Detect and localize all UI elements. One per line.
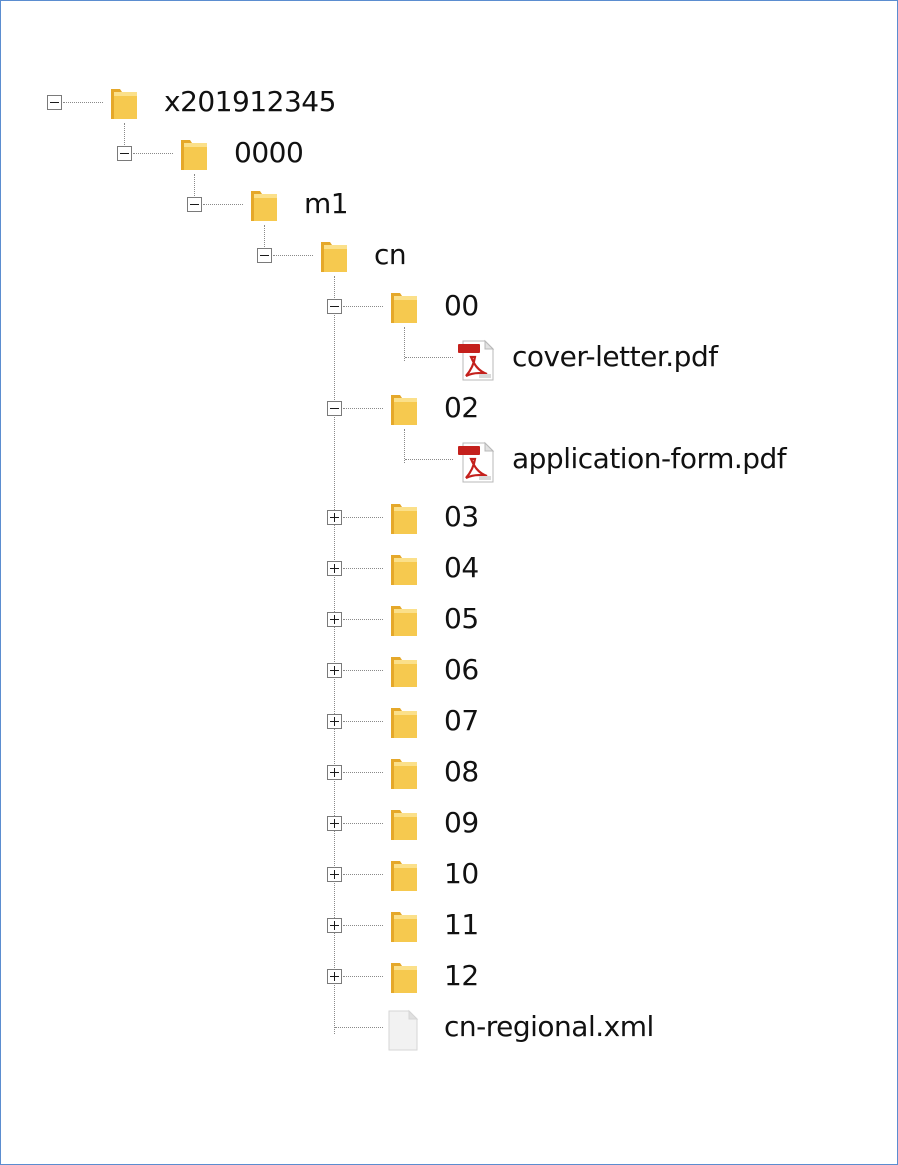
- collapse-toggle[interactable]: [327, 401, 342, 416]
- collapse-toggle[interactable]: [257, 248, 272, 263]
- tree-node-11[interactable]: 11: [1, 901, 601, 951]
- tree-connector-line: [343, 408, 383, 409]
- tree-node-0000[interactable]: 0000: [1, 129, 601, 179]
- pdf-icon: [458, 339, 495, 381]
- tree-node-05[interactable]: 05: [1, 595, 601, 645]
- folder-icon: [391, 810, 417, 840]
- tree-node-02[interactable]: 02: [1, 384, 601, 434]
- tree-node-00[interactable]: 00: [1, 282, 601, 332]
- expand-toggle[interactable]: [327, 510, 342, 525]
- node-label: application-form.pdf: [512, 442, 787, 475]
- tree-node-m1[interactable]: m1: [1, 180, 601, 230]
- node-label: cn: [374, 238, 407, 271]
- node-label: 06: [444, 653, 479, 686]
- tree-connector-line: [343, 517, 383, 518]
- tree-node-root[interactable]: x201912345: [1, 78, 601, 128]
- node-label: 04: [444, 551, 479, 584]
- folder-icon: [391, 555, 417, 585]
- node-label: 0000: [234, 136, 304, 169]
- tree-connector-line: [343, 772, 383, 773]
- collapse-toggle[interactable]: [327, 299, 342, 314]
- tree-connector-line: [343, 619, 383, 620]
- tree-node-application-form-pdf[interactable]: application-form.pdf: [1, 435, 881, 485]
- expand-toggle[interactable]: [327, 765, 342, 780]
- tree-node-06[interactable]: 06: [1, 646, 601, 696]
- tree-node-08[interactable]: 08: [1, 748, 601, 798]
- expand-toggle[interactable]: [327, 612, 342, 627]
- expand-toggle[interactable]: [327, 561, 342, 576]
- folder-icon: [391, 912, 417, 942]
- folder-icon: [391, 759, 417, 789]
- tree-connector-line: [343, 823, 383, 824]
- expand-toggle[interactable]: [327, 714, 342, 729]
- tree-connector-line: [405, 357, 453, 358]
- tree-connector-line: [203, 204, 243, 205]
- folder-icon: [391, 504, 417, 534]
- tree-node-09[interactable]: 09: [1, 799, 601, 849]
- node-label: x201912345: [164, 85, 336, 118]
- tree-connector-line: [335, 1027, 383, 1028]
- expand-toggle[interactable]: [327, 816, 342, 831]
- tree-node-cover-letter-pdf[interactable]: cover-letter.pdf: [1, 333, 801, 383]
- tree-connector-line: [343, 721, 383, 722]
- tree-node-cn[interactable]: cn: [1, 231, 601, 281]
- node-label: cover-letter.pdf: [512, 340, 718, 373]
- tree-connector-line: [273, 255, 313, 256]
- folder-icon: [391, 657, 417, 687]
- node-label: 08: [444, 755, 479, 788]
- node-label: cn-regional.xml: [444, 1010, 654, 1043]
- tree-connector-line: [343, 874, 383, 875]
- folder-icon: [111, 89, 137, 119]
- node-label: 03: [444, 500, 479, 533]
- node-label: 02: [444, 391, 479, 424]
- node-label: 00: [444, 289, 479, 322]
- collapse-toggle[interactable]: [187, 197, 202, 212]
- tree-connector-line: [405, 459, 453, 460]
- tree-connector-line: [63, 102, 103, 103]
- pdf-icon: [458, 441, 495, 483]
- expand-toggle[interactable]: [327, 969, 342, 984]
- tree-node-04[interactable]: 04: [1, 544, 601, 594]
- folder-icon: [391, 395, 417, 425]
- folder-icon: [321, 242, 347, 272]
- folder-icon: [391, 861, 417, 891]
- folder-icon: [391, 708, 417, 738]
- folder-icon: [181, 140, 207, 170]
- tree-node-12[interactable]: 12: [1, 952, 601, 1002]
- folder-icon: [391, 606, 417, 636]
- tree-connector-line: [343, 976, 383, 977]
- folder-icon: [251, 191, 277, 221]
- node-label: 05: [444, 602, 479, 635]
- expand-toggle[interactable]: [327, 918, 342, 933]
- tree-connector-line: [343, 670, 383, 671]
- tree-connector-line: [343, 568, 383, 569]
- node-label: 12: [444, 959, 479, 992]
- tree-node-10[interactable]: 10: [1, 850, 601, 900]
- tree-connector-line: [343, 925, 383, 926]
- tree-connector-line: [133, 153, 173, 154]
- folder-tree: x201912345 0000 m1 cn 00 cover-letter.pd…: [1, 1, 897, 1164]
- tree-node-07[interactable]: 07: [1, 697, 601, 747]
- tree-node-cn-regional-xml[interactable]: cn-regional.xml: [1, 1003, 701, 1053]
- tree-view-panel: x201912345 0000 m1 cn 00 cover-letter.pd…: [0, 0, 898, 1165]
- node-label: 10: [444, 857, 479, 890]
- node-label: m1: [304, 187, 349, 220]
- file-icon: [388, 1009, 419, 1051]
- node-label: 09: [444, 806, 479, 839]
- tree-node-03[interactable]: 03: [1, 493, 601, 543]
- node-label: 07: [444, 704, 479, 737]
- collapse-toggle[interactable]: [117, 146, 132, 161]
- folder-icon: [391, 293, 417, 323]
- expand-toggle[interactable]: [327, 663, 342, 678]
- node-label: 11: [444, 908, 479, 941]
- expand-toggle[interactable]: [327, 867, 342, 882]
- tree-connector-line: [343, 306, 383, 307]
- collapse-toggle[interactable]: [47, 95, 62, 110]
- folder-icon: [391, 963, 417, 993]
